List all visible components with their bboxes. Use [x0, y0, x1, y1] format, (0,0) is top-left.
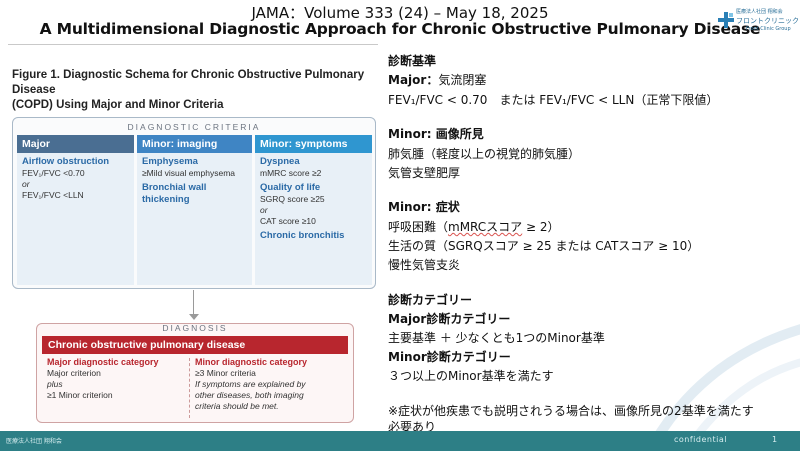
minor-criterion-1: ≥1 Minor criterion — [47, 390, 113, 400]
footer-org: 医療法人社団 翔和会 — [6, 438, 62, 445]
emphysema: Emphysema — [142, 156, 198, 167]
slide-footer: 医療法人社団 翔和会 confidential 1 — [0, 431, 800, 451]
imaging-heading: Minor: 画像所見 — [388, 127, 484, 141]
airflow-obstruction: Airflow obstruction — [22, 156, 110, 167]
minor-category: Minor diagnostic category ≥3 Minor crite… — [195, 357, 350, 412]
note-line-3: criteria should be met. — [195, 401, 279, 411]
major-line: Major：気流閉塞 — [388, 71, 486, 88]
figure-title-line1: Figure 1. Diagnostic Schema for Chronic … — [12, 69, 365, 96]
major-header: Major — [17, 135, 134, 153]
diagnosis-label: DIAGNOSIS — [162, 323, 228, 333]
mmrc-score: mMRC score ≥2 — [260, 168, 322, 178]
confidential-label: confidential — [674, 435, 727, 444]
or-text: or — [22, 179, 30, 189]
note-line-2: other diseases, both imaging — [195, 390, 304, 400]
cross-logo-icon — [718, 12, 734, 28]
figure-title: Figure 1. Diagnostic Schema for Chronic … — [12, 68, 377, 113]
major-text: 気流閉塞 — [438, 73, 487, 87]
mmrc-text: mMRCスコア — [448, 220, 523, 234]
figure-top-rule — [8, 44, 378, 45]
major-category-text: 主要基準 ＋ 少なくとも1つのMinor基準 — [388, 331, 605, 345]
major-column: Major Airflow obstruction FEV₁/FVC <0.70… — [17, 135, 134, 285]
symptom-item-2: 生活の質（SGRQスコア ≥ 25 または CATスコア ≥ 10） — [388, 239, 700, 253]
mild-emphysema: ≥Mild visual emphysema — [142, 168, 236, 178]
major-category-heading: Major診断カテゴリー — [388, 312, 511, 326]
dyspnea-text: 呼吸困難（ — [388, 220, 449, 234]
down-arrow-icon — [189, 314, 199, 320]
major-category-title: Major diagnostic category — [47, 357, 159, 367]
major-label: Major： — [388, 73, 439, 87]
fev-ratio-lln: FEV₁/FVC <LLN — [22, 190, 84, 200]
symptoms-body: Dyspnea mMRC score ≥2 Quality of life SG… — [255, 153, 372, 285]
major-category: Major diagnostic category Major criterio… — [47, 357, 187, 401]
or-text: or — [260, 205, 268, 215]
chronic-bronchitis: Chronic bronchitis — [260, 230, 345, 241]
thickening: thickening — [142, 194, 190, 205]
flow-connector — [193, 290, 194, 317]
category-divider — [189, 358, 190, 418]
decorative-swoosh — [645, 324, 800, 451]
imaging-column: Minor: imaging Emphysema ≥Mild visual em… — [137, 135, 252, 285]
imaging-body: Emphysema ≥Mild visual emphysema Bronchi… — [137, 153, 252, 285]
criteria-label: DIAGNOSTIC CRITERIA — [127, 122, 261, 132]
imaging-header: Minor: imaging — [137, 135, 252, 153]
page-number: 1 — [772, 435, 778, 444]
symptoms-header: Minor: symptoms — [255, 135, 372, 153]
diagnosis-header: Chronic obstructive pulmonary disease — [42, 336, 348, 354]
logo-org-name: 医療法人社団 翔和会 — [736, 9, 783, 15]
logo-english-name: Front Clinic Group — [746, 26, 791, 32]
slide-title: A Multidimensional Diagnostic Approach f… — [39, 20, 761, 38]
symptoms-column: Minor: symptoms Dyspnea mMRC score ≥2 Qu… — [255, 135, 372, 285]
logo-group-name: フロントクリニック グループ — [736, 17, 800, 25]
major-body: Airflow obstruction FEV₁/FVC <0.70 or FE… — [17, 153, 134, 285]
quality-of-life: Quality of life — [260, 182, 321, 193]
symptom-item-1: 呼吸困難（mMRCスコア ≥ 2） — [388, 218, 560, 235]
dyspnea: Dyspnea — [260, 156, 300, 167]
clinic-logo: 医療法人社団 翔和会 フロントクリニック グループ Front Clinic G… — [718, 8, 800, 38]
imaging-item-2: 気管支壁肥厚 — [388, 166, 461, 180]
symptom-heading: Minor: 症状 — [388, 200, 460, 214]
cat-score: CAT score ≥10 — [260, 216, 316, 226]
diagnostic-criteria-box: DIAGNOSTIC CRITERIA Major Airflow obstru… — [12, 117, 376, 289]
plus-text: plus — [47, 379, 63, 389]
sgrq-score: SGRQ score ≥25 — [260, 194, 325, 204]
slide-header: JAMA：Volume 333 (24) – May 18, 2025 A Mu… — [0, 0, 800, 44]
copd-figure: Figure 1. Diagnostic Schema for Chronic … — [0, 44, 385, 430]
diagnosis-box: DIAGNOSIS Chronic obstructive pulmonary … — [36, 323, 354, 423]
category-heading: 診断カテゴリー — [388, 293, 473, 307]
symptom-item-3: 慢性気管支炎 — [388, 258, 461, 272]
bronchial-wall: Bronchial wall — [142, 182, 207, 193]
criteria-heading: 診断基準 — [388, 54, 437, 68]
note-line-1: If symptoms are explained by — [195, 379, 306, 389]
imaging-item-1: 肺気腫（軽度以上の視覚的肺気腫） — [388, 147, 581, 161]
note-line-1: ※症状が他疾患でも説明されうる場合は、画像所見の2基準を満たす — [388, 404, 754, 418]
minor-category-heading: Minor診断カテゴリー — [388, 350, 511, 364]
figure-title-line2: (COPD) Using Major and Minor Criteria — [12, 99, 224, 111]
minor-category-title: Minor diagnostic category — [195, 357, 308, 367]
minor-criteria-3: ≥3 Minor criteria — [195, 368, 256, 378]
fev-ratio-070: FEV₁/FVC <0.70 — [22, 168, 85, 178]
mmrc-threshold: ≥ 2） — [522, 220, 560, 234]
major-definition: FEV₁/FVC < 0.70 または FEV₁/FVC < LLN（正常下限値… — [388, 93, 719, 107]
major-criterion: Major criterion — [47, 368, 101, 378]
minor-category-text: ３つ以上のMinor基準を満たす — [388, 369, 554, 383]
